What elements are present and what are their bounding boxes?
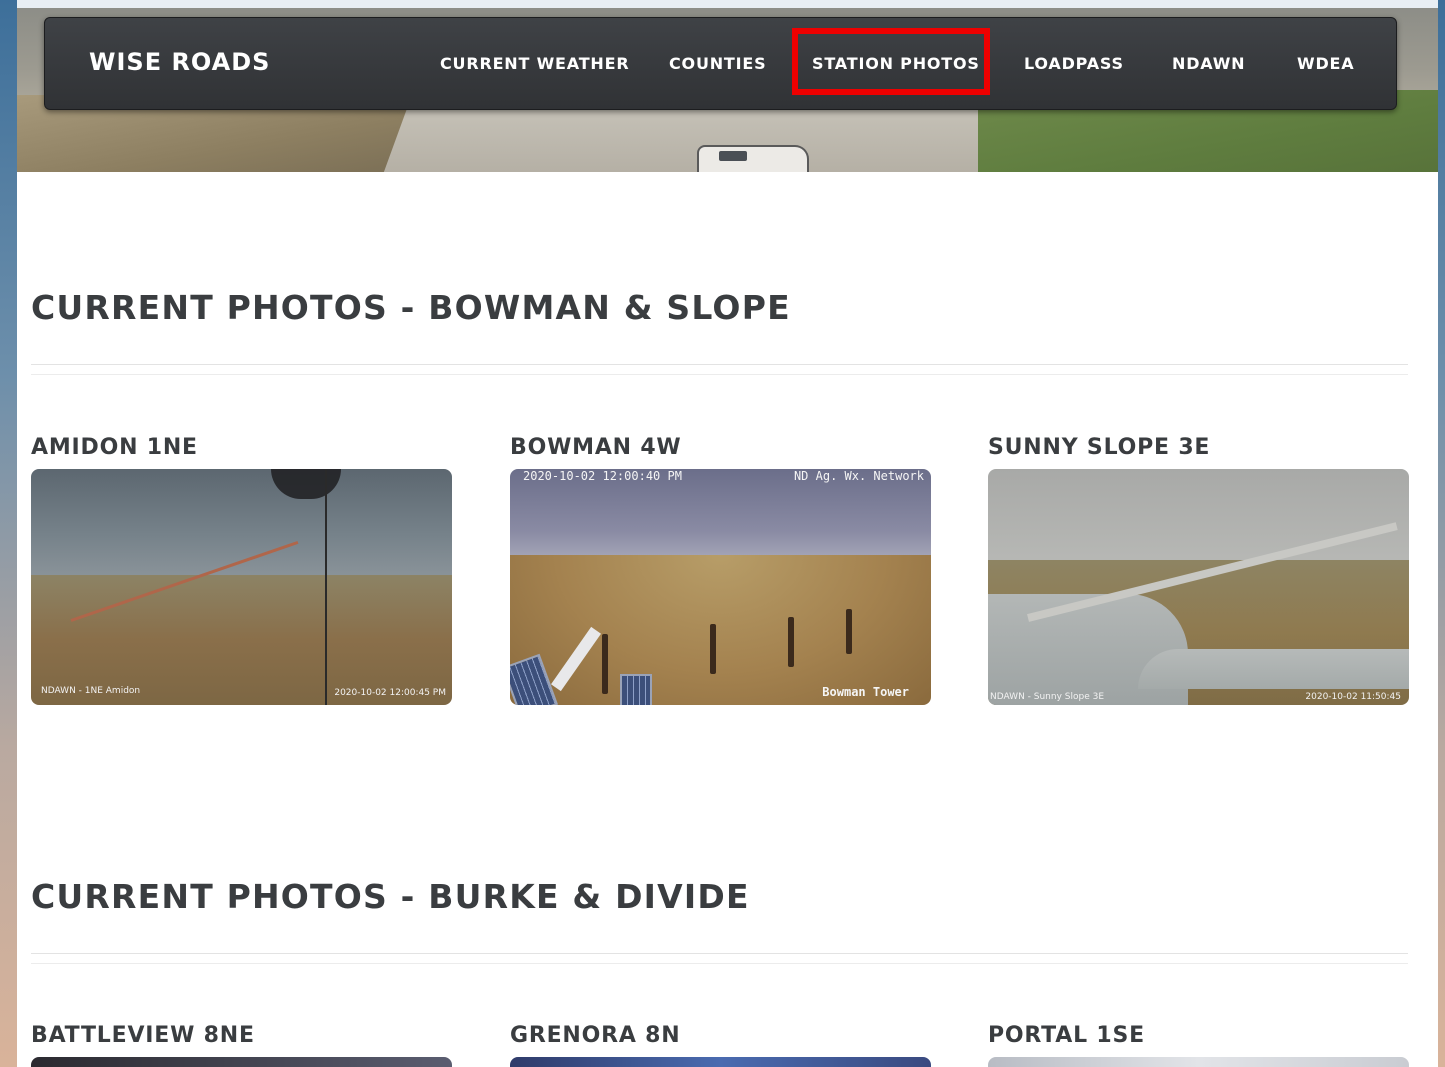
photo-overlay-timestamp: 2020-10-02 12:00:40 PM bbox=[523, 469, 682, 483]
fence-post bbox=[846, 609, 852, 654]
nav-loadpass[interactable]: LOADPASS bbox=[1024, 54, 1124, 73]
nav-counties[interactable]: COUNTIES bbox=[669, 54, 766, 73]
photo-overlay-station: NDAWN - Sunny Slope 3E bbox=[990, 692, 1105, 702]
photo-overlay-timestamp: 2020-10-02 12:00:45 PM bbox=[334, 688, 446, 698]
nav-station-photos[interactable]: STATION PHOTOS bbox=[812, 54, 980, 73]
station-photo-bowman[interactable]: 2020-10-02 12:00:40 PM ND Ag. Wx. Networ… bbox=[510, 469, 931, 705]
page: WISE ROADS CURRENT WEATHER COUNTIES STAT… bbox=[17, 0, 1438, 1067]
section-divider bbox=[31, 953, 1408, 954]
station-photo-sunny-slope[interactable]: NDAWN - Sunny Slope 3E 2020-10-02 11:50:… bbox=[988, 469, 1409, 705]
station-label-sunny-slope: SUNNY SLOPE 3E bbox=[988, 435, 1211, 460]
fence-post bbox=[602, 634, 608, 694]
section-title-burke-divide: CURRENT PHOTOS - BURKE & DIVIDE bbox=[31, 877, 750, 916]
header-banner-image: WISE ROADS CURRENT WEATHER COUNTIES STAT… bbox=[17, 0, 1438, 172]
pole-line bbox=[325, 469, 327, 705]
brand-logo-link[interactable]: WISE ROADS bbox=[89, 48, 270, 76]
top-navbar: WISE ROADS CURRENT WEATHER COUNTIES STAT… bbox=[44, 17, 1397, 110]
station-photo-portal[interactable] bbox=[988, 1057, 1409, 1067]
section-divider bbox=[31, 963, 1408, 964]
solar-panel bbox=[620, 674, 652, 705]
photo-sky bbox=[988, 469, 1409, 564]
station-photo-amidon[interactable]: NDAWN - 1NE Amidon 2020-10-02 12:00:45 P… bbox=[31, 469, 452, 705]
station-label-amidon: AMIDON 1NE bbox=[31, 435, 198, 460]
station-photo-battleview[interactable] bbox=[31, 1057, 452, 1067]
section-divider bbox=[31, 364, 1408, 365]
photo-overlay-timestamp: 2020-10-02 11:50:45 bbox=[1305, 692, 1401, 702]
section-title-bowman-slope: CURRENT PHOTOS - BOWMAN & SLOPE bbox=[31, 288, 791, 327]
photo-ground bbox=[510, 555, 931, 705]
photo-overlay-station: Bowman Tower bbox=[822, 685, 909, 699]
banner-top-strip bbox=[17, 0, 1438, 8]
fence-post bbox=[788, 617, 794, 667]
station-label-grenora: GRENORA 8N bbox=[510, 1023, 681, 1048]
nav-current-weather[interactable]: CURRENT WEATHER bbox=[440, 54, 629, 73]
nav-ndawn[interactable]: NDAWN bbox=[1172, 54, 1245, 73]
station-label-bowman: BOWMAN 4W bbox=[510, 435, 682, 460]
photo-overlay-station: NDAWN - 1NE Amidon bbox=[41, 686, 141, 696]
truck-window bbox=[719, 151, 747, 161]
banner-truck bbox=[697, 145, 809, 172]
photo-overlay-network: ND Ag. Wx. Network bbox=[793, 469, 924, 483]
section-divider bbox=[31, 374, 1408, 375]
water-right bbox=[1138, 649, 1409, 689]
fence-post bbox=[710, 624, 716, 674]
station-label-battleview: BATTLEVIEW 8NE bbox=[31, 1023, 255, 1048]
nav-wdea[interactable]: WDEA bbox=[1297, 54, 1354, 73]
station-photo-grenora[interactable] bbox=[510, 1057, 931, 1067]
station-label-portal: PORTAL 1SE bbox=[988, 1023, 1145, 1048]
